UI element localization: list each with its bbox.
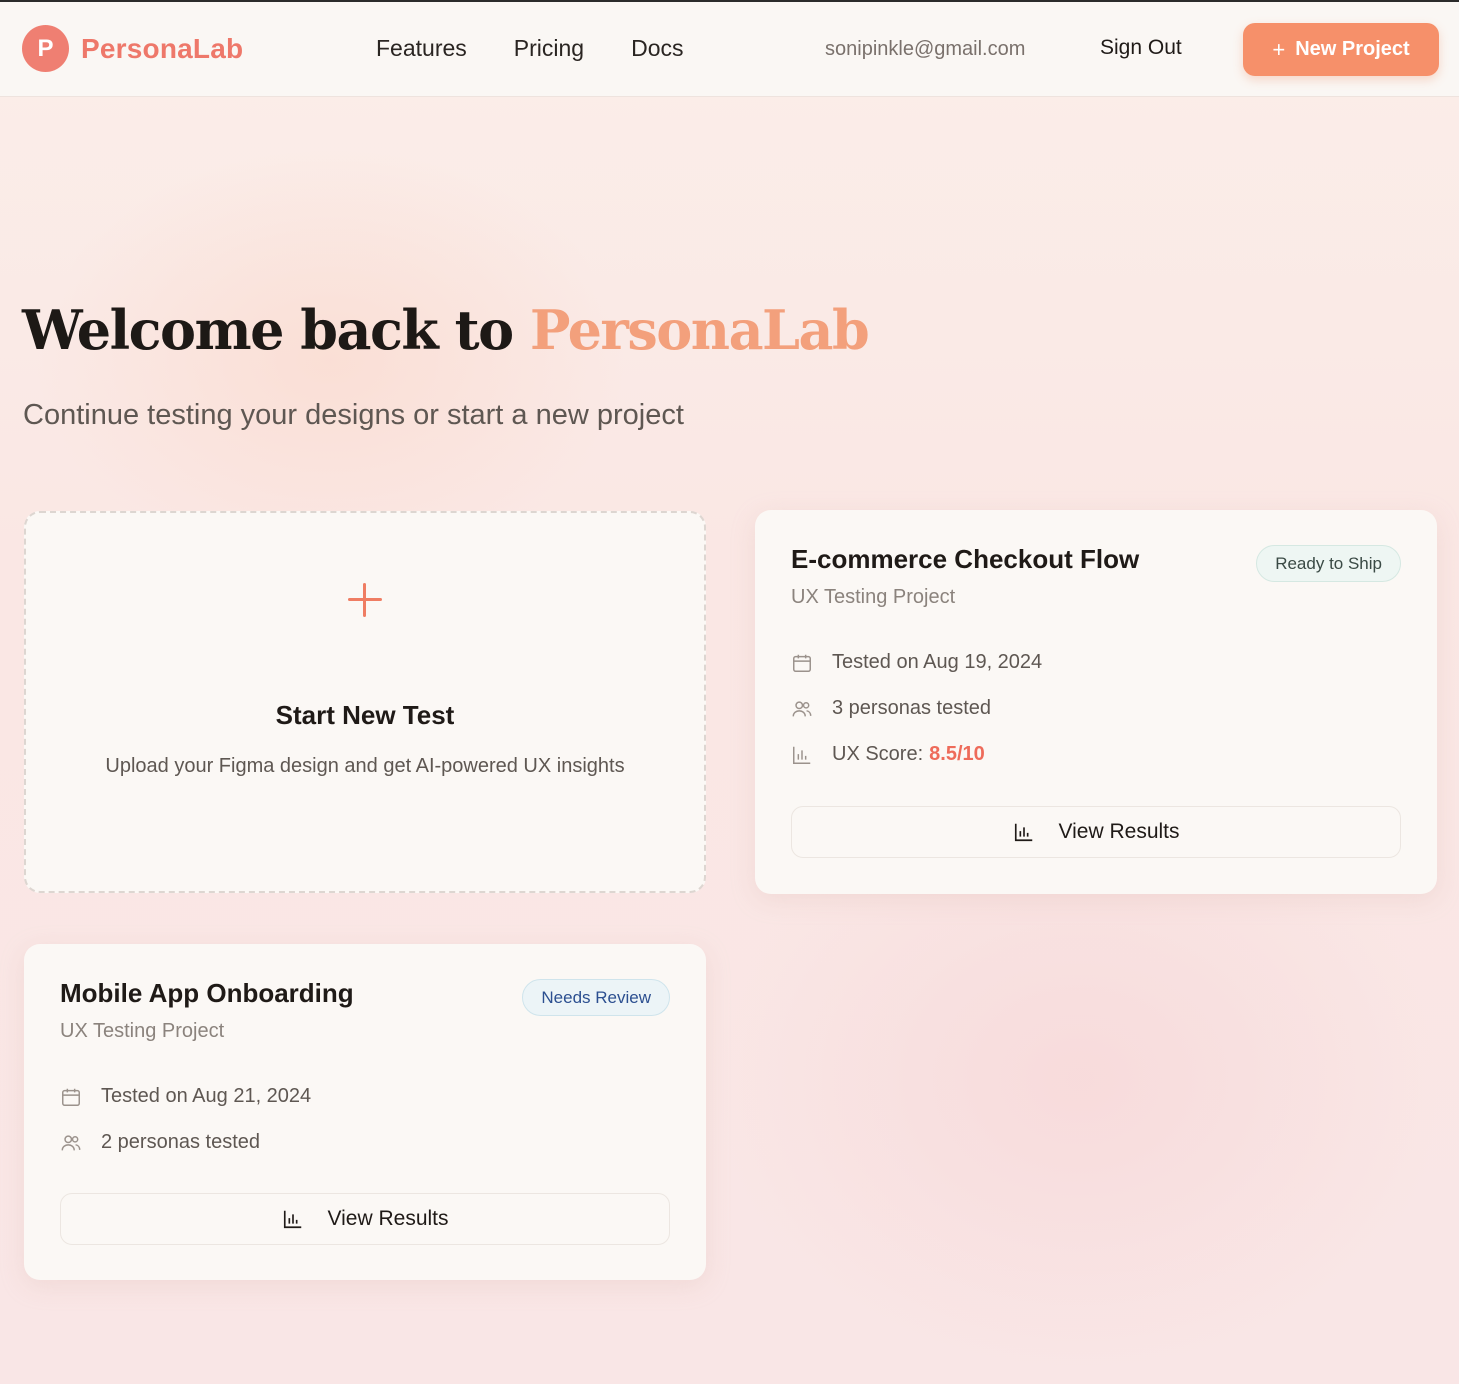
nav-item-pricing[interactable]: Pricing bbox=[514, 35, 584, 62]
personas-row: 3 personas tested bbox=[791, 697, 991, 720]
top-navbar: P PersonaLab Features Pricing Docs sonip… bbox=[0, 2, 1459, 97]
title-brand: PersonaLab bbox=[529, 298, 870, 362]
project-subtitle: UX Testing Project bbox=[60, 1020, 225, 1042]
view-results-button[interactable]: View Results bbox=[791, 806, 1401, 858]
ux-score-label: UX Score: bbox=[832, 743, 924, 765]
project-subtitle: UX Testing Project bbox=[791, 586, 956, 608]
new-project-label: New Project bbox=[1295, 38, 1410, 60]
ux-score-value: 8.5/10 bbox=[929, 743, 985, 765]
bar-chart-icon bbox=[793, 746, 811, 764]
view-results-label: View Results bbox=[1058, 820, 1180, 843]
view-results-button[interactable]: View Results bbox=[60, 1193, 670, 1245]
tested-date-row: Tested on Aug 19, 2024 bbox=[791, 651, 1042, 674]
title-prefix: Welcome back to bbox=[22, 298, 514, 362]
view-results-label: View Results bbox=[327, 1207, 449, 1230]
start-new-test-card[interactable]: Start New Test Upload your Figma design … bbox=[24, 511, 706, 893]
nav-item-docs[interactable]: Docs bbox=[631, 35, 683, 62]
new-test-description: Upload your Figma design and get AI-powe… bbox=[105, 755, 625, 777]
logo-text: PersonaLab bbox=[81, 32, 244, 64]
logo[interactable]: P PersonaLab bbox=[22, 25, 243, 72]
status-badge: Needs Review bbox=[522, 979, 670, 1016]
new-test-title: Start New Test bbox=[275, 700, 455, 730]
users-icon bbox=[792, 700, 812, 716]
users-icon bbox=[61, 1134, 81, 1150]
project-title: E-commerce Checkout Flow bbox=[791, 544, 1140, 574]
calendar-icon bbox=[62, 1088, 80, 1106]
page-subtitle: Continue testing your designs or start a… bbox=[23, 399, 684, 431]
calendar-icon bbox=[793, 654, 811, 672]
page-title: Welcome back to PersonaLab bbox=[22, 298, 870, 362]
logo-mark: P bbox=[22, 25, 69, 72]
plus-icon bbox=[348, 583, 382, 617]
project-card: E-commerce Checkout Flow UX Testing Proj… bbox=[755, 510, 1437, 894]
project-card: Mobile App Onboarding UX Testing Project… bbox=[24, 944, 706, 1280]
main-nav: Features Pricing Docs bbox=[376, 35, 730, 62]
user-email: sonipinkle@gmail.com bbox=[825, 38, 1026, 60]
bar-chart-icon bbox=[1014, 823, 1032, 842]
sign-out-link[interactable]: Sign Out bbox=[1100, 36, 1182, 60]
new-project-button[interactable]: + New Project bbox=[1243, 23, 1439, 76]
bar-chart-icon bbox=[283, 1210, 301, 1229]
window-top-border bbox=[0, 0, 1459, 2]
status-badge: Ready to Ship bbox=[1256, 545, 1401, 582]
personas-count: 2 personas tested bbox=[101, 1131, 260, 1153]
personas-row: 2 personas tested bbox=[60, 1131, 260, 1154]
tested-date: Tested on Aug 19, 2024 bbox=[832, 651, 1043, 673]
plus-icon: + bbox=[1272, 36, 1286, 62]
tested-date: Tested on Aug 21, 2024 bbox=[101, 1085, 312, 1107]
ux-score-row: UX Score: 8.5/10 bbox=[791, 743, 985, 766]
nav-item-features[interactable]: Features bbox=[376, 35, 467, 62]
tested-date-row: Tested on Aug 21, 2024 bbox=[60, 1085, 311, 1108]
personas-count: 3 personas tested bbox=[832, 697, 991, 719]
project-title: Mobile App Onboarding bbox=[60, 978, 354, 1008]
